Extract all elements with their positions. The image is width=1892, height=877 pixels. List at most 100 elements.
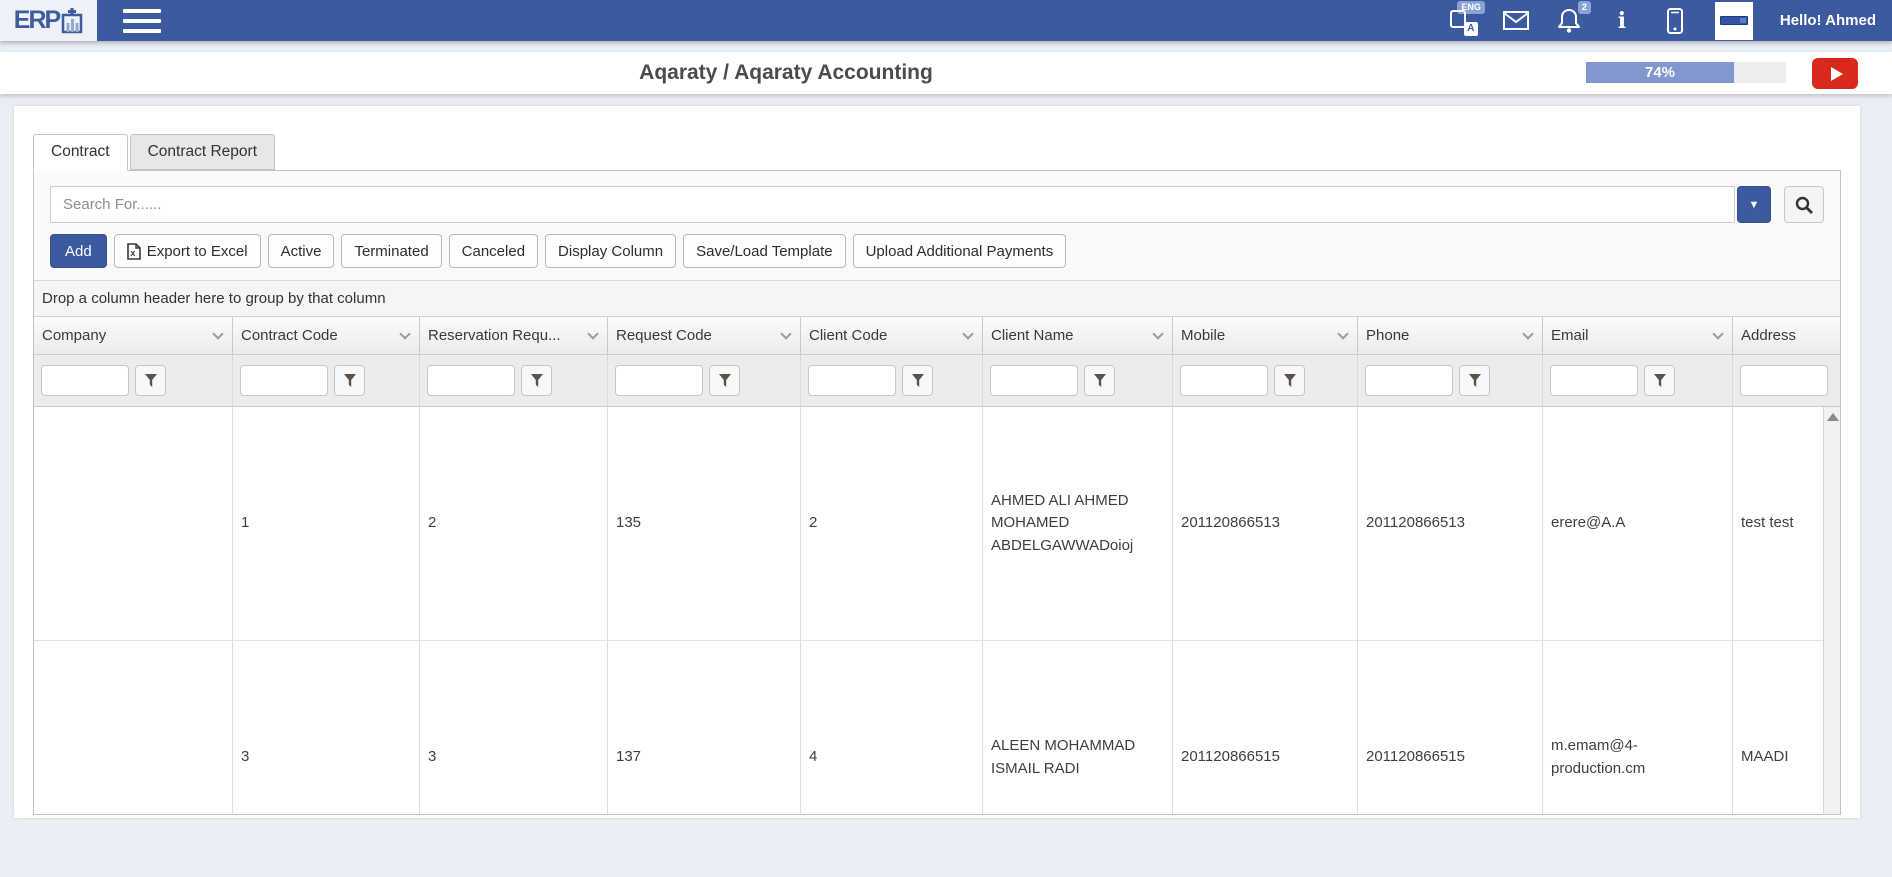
notifications-bell-icon[interactable]: 2 (1556, 8, 1582, 34)
notification-count-badge: 2 (1578, 1, 1591, 14)
column-header-reservation-request[interactable]: Reservation Requ... (420, 317, 608, 354)
save-load-template-button[interactable]: Save/Load Template (683, 234, 846, 268)
tab-contract[interactable]: Contract (33, 134, 128, 171)
grid-rows-viewport: 1 2 135 2 AHMED ALI AHMED MOHAMED ABDELG… (34, 407, 1840, 814)
filter-funnel-button[interactable] (135, 365, 166, 396)
add-button[interactable]: Add (50, 234, 107, 268)
filter-funnel-button[interactable] (902, 365, 933, 396)
column-header-mobile[interactable]: Mobile (1173, 317, 1358, 354)
filter-funnel-button[interactable] (1644, 365, 1675, 396)
filter-cell-client-code (801, 355, 983, 406)
column-header-contract-code[interactable]: Contract Code (233, 317, 420, 354)
export-to-excel-button[interactable]: x Export to Excel (114, 234, 261, 268)
filter-cell-mobile (1173, 355, 1358, 406)
vertical-scrollbar[interactable] (1823, 407, 1840, 814)
cell-company (34, 407, 233, 640)
menu-hamburger-icon[interactable] (119, 5, 165, 37)
tab-contract-report[interactable]: Contract Report (130, 134, 275, 170)
filter-funnel-button[interactable] (1274, 365, 1305, 396)
filter-input-company[interactable] (41, 365, 129, 396)
action-toolbar: Add x Export to Excel Active Terminated … (34, 232, 1840, 280)
erp-logo-text: ERP (14, 6, 59, 35)
mail-icon[interactable] (1503, 8, 1529, 34)
mobile-phone-icon[interactable] (1662, 8, 1688, 34)
filter-funnel-button[interactable] (521, 365, 552, 396)
column-header-company[interactable]: Company (34, 317, 233, 354)
cell-company (34, 641, 233, 814)
canceled-filter-button[interactable]: Canceled (449, 234, 538, 268)
cell-email: erere@A.A (1543, 407, 1733, 640)
cell-client-name: AHMED ALI AHMED MOHAMED ABDELGAWWADoioj (983, 407, 1173, 640)
group-by-drop-zone[interactable]: Drop a column header here to group by th… (34, 280, 1840, 317)
chevron-down-icon[interactable] (1337, 328, 1348, 339)
progress-bar: 74% (1586, 62, 1786, 83)
contract-row[interactable]: 1 2 135 2 AHMED ALI AHMED MOHAMED ABDELG… (34, 407, 1840, 641)
chevron-down-icon[interactable] (1522, 328, 1533, 339)
filter-input-request-code[interactable] (615, 365, 703, 396)
column-header-client-code[interactable]: Client Code (801, 317, 983, 354)
chevron-down-icon[interactable] (962, 328, 973, 339)
contract-row[interactable]: 3 3 137 4 ALEEN MOHAMMAD ISMAIL RADI 201… (34, 641, 1840, 814)
search-row: ▼ (34, 171, 1840, 232)
active-filter-button[interactable]: Active (268, 234, 335, 268)
page-title: Aqaraty / Aqaraty Accounting (0, 52, 1572, 94)
cell-reservation-request: 2 (420, 407, 608, 640)
filter-input-email[interactable] (1550, 365, 1638, 396)
filter-cell-client-name (983, 355, 1173, 406)
column-header-client-name[interactable]: Client Name (983, 317, 1173, 354)
excel-file-icon: x (127, 243, 141, 260)
search-options-dropdown[interactable]: ▼ (1737, 186, 1771, 223)
erp-logo[interactable]: ERP (0, 0, 97, 41)
display-column-button[interactable]: Display Column (545, 234, 676, 268)
filter-input-client-code[interactable] (808, 365, 896, 396)
content-card: Contract Contract Report ▼ (14, 106, 1860, 818)
filter-funnel-button[interactable] (1084, 365, 1115, 396)
chevron-down-icon[interactable] (212, 328, 223, 339)
filter-cell-email (1543, 355, 1733, 406)
column-header-address[interactable]: Address (1733, 317, 1840, 354)
filter-input-mobile[interactable] (1180, 365, 1268, 396)
grid-filter-row (34, 355, 1840, 407)
chevron-down-icon[interactable] (780, 328, 791, 339)
column-header-phone[interactable]: Phone (1358, 317, 1543, 354)
scroll-up-arrow-icon[interactable] (1824, 407, 1840, 427)
filter-input-phone[interactable] (1365, 365, 1453, 396)
filter-input-address[interactable] (1740, 365, 1828, 396)
filter-input-reservation-request[interactable] (427, 365, 515, 396)
partner-brand-mark (1720, 16, 1748, 25)
cell-request-code: 135 (608, 407, 801, 640)
navbar-actions: ENG A 2 i (1450, 2, 1892, 40)
chevron-down-icon[interactable] (1152, 328, 1163, 339)
filter-funnel-button[interactable] (1459, 365, 1490, 396)
chevron-down-icon[interactable] (587, 328, 598, 339)
page-header: Aqaraty / Aqaraty Accounting 74% (0, 52, 1892, 94)
translate-letter: A (1464, 22, 1478, 36)
terminated-filter-button[interactable]: Terminated (341, 234, 441, 268)
filter-cell-reservation-request (420, 355, 608, 406)
column-header-request-code[interactable]: Request Code (608, 317, 801, 354)
play-icon (1831, 67, 1843, 81)
caret-down-icon: ▼ (1749, 199, 1760, 211)
filter-funnel-button[interactable] (709, 365, 740, 396)
chevron-down-icon[interactable] (399, 328, 410, 339)
filter-cell-address (1733, 355, 1840, 406)
progress-label: 74% (1645, 64, 1675, 81)
user-greeting[interactable]: Hello! Ahmed (1780, 12, 1876, 29)
chevron-down-icon[interactable] (1712, 328, 1723, 339)
building-icon (61, 8, 83, 34)
search-input[interactable] (50, 186, 1735, 223)
column-header-email[interactable]: Email (1543, 317, 1733, 354)
cell-request-code: 137 (608, 641, 801, 814)
info-icon[interactable]: i (1609, 8, 1635, 34)
language-translate-icon[interactable]: ENG A (1450, 8, 1476, 34)
search-button[interactable] (1784, 186, 1824, 223)
cell-email: m.emam@4-production.cm (1543, 641, 1733, 814)
upload-additional-payments-button[interactable]: Upload Additional Payments (853, 234, 1067, 268)
partner-brand-logo[interactable] (1715, 2, 1753, 40)
filter-input-client-name[interactable] (990, 365, 1078, 396)
filter-funnel-button[interactable] (334, 365, 365, 396)
video-help-button[interactable] (1812, 58, 1858, 89)
search-icon (1794, 195, 1814, 215)
filter-input-contract-code[interactable] (240, 365, 328, 396)
filter-cell-contract-code (233, 355, 420, 406)
